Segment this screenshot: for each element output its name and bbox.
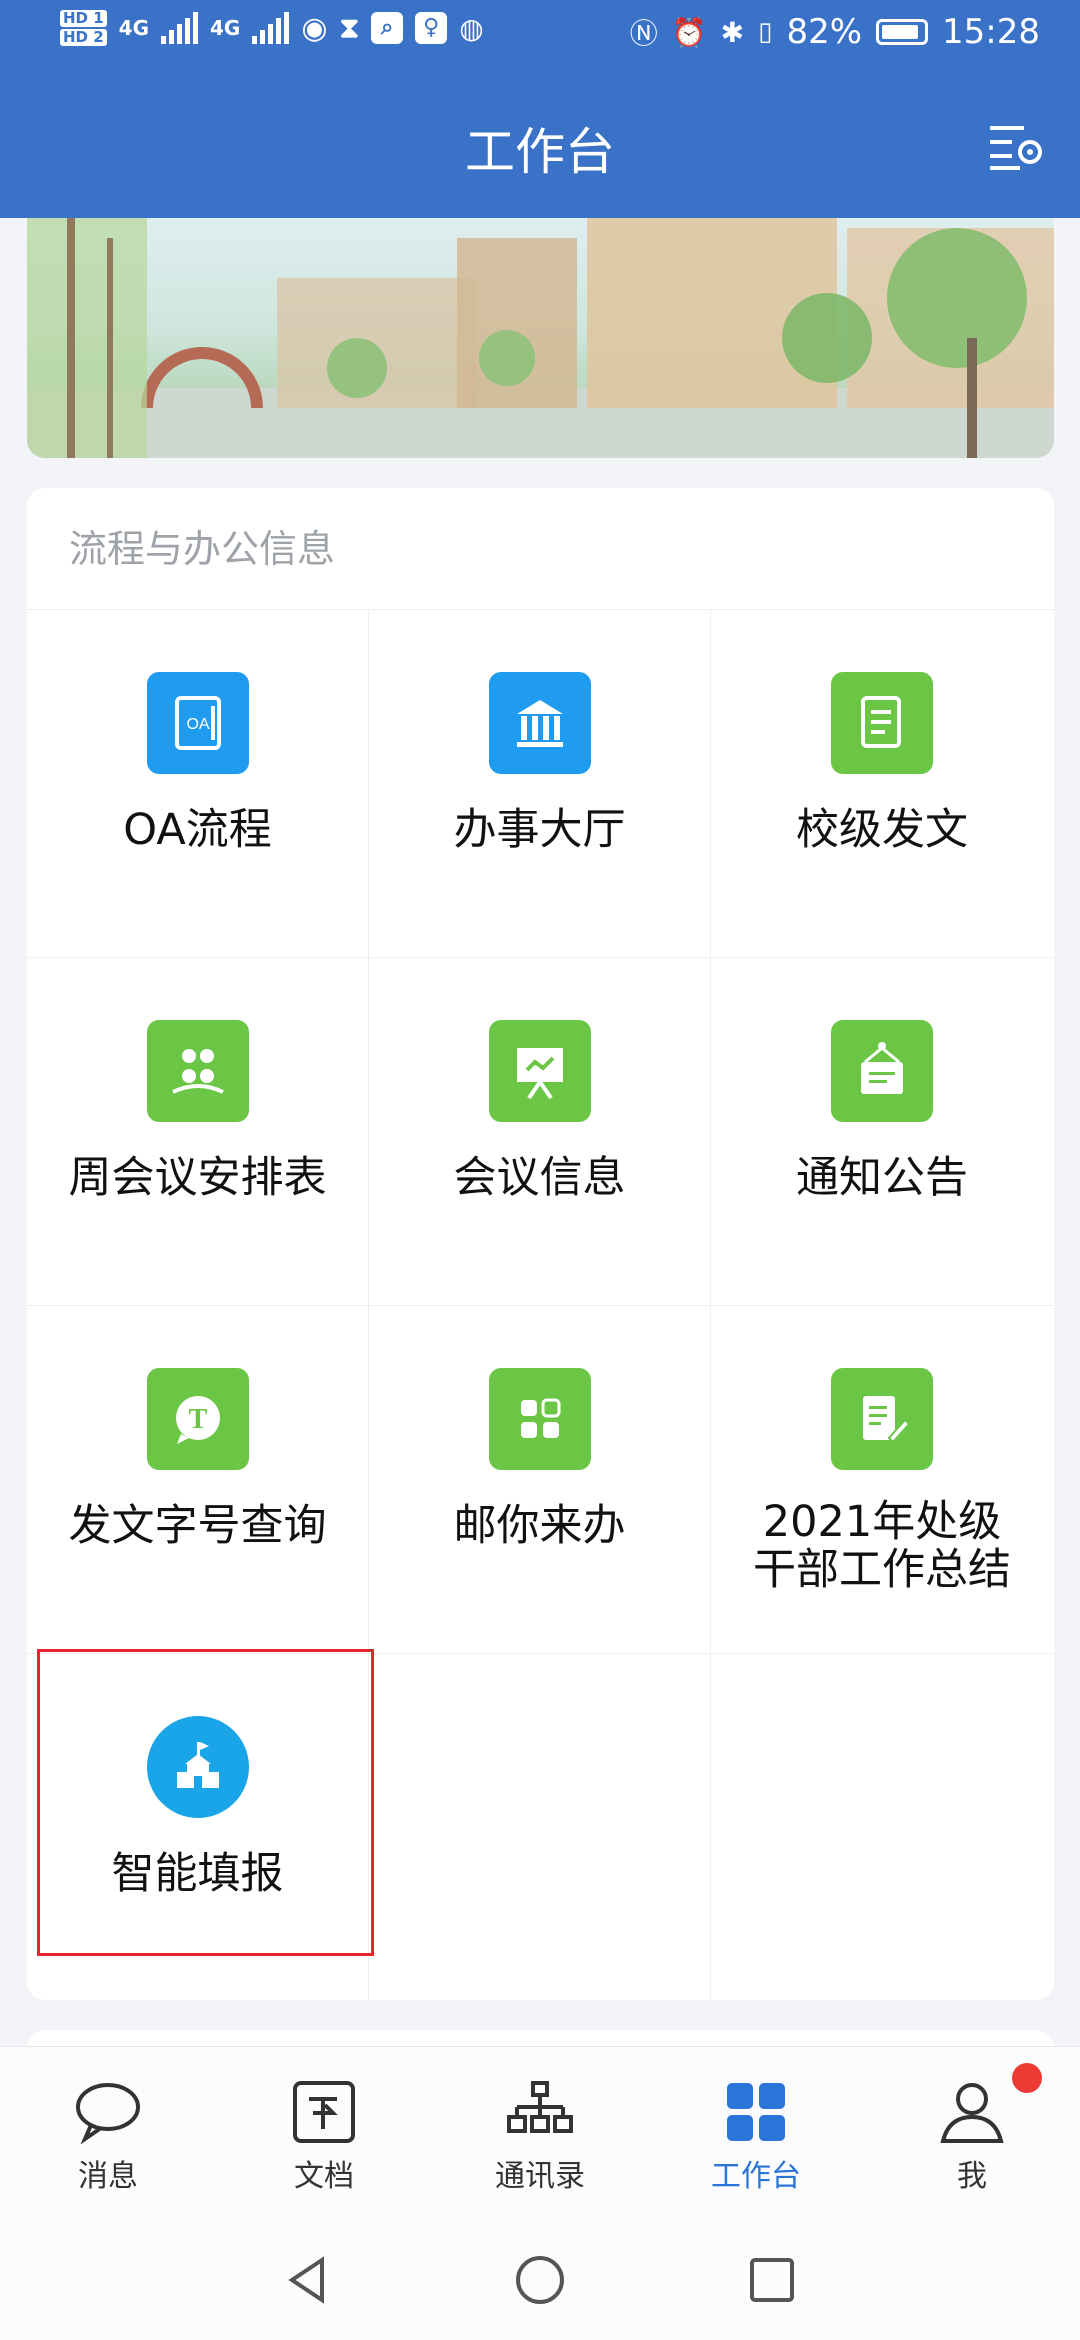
app-label: 周会议安排表	[68, 1153, 327, 1203]
audio-icon: ◍	[459, 11, 484, 45]
vibrate-icon: ▯	[758, 17, 773, 47]
alarm-icon: ⏰	[671, 15, 707, 49]
network1-label: 4G	[118, 16, 150, 40]
app-cadre-summary[interactable]: 2021年处级 干部工作总结	[711, 1306, 1053, 1654]
hourglass-icon: ⧗	[339, 11, 360, 44]
bluetooth-icon: ✱	[720, 15, 745, 49]
government-building-icon	[488, 672, 591, 774]
scroll-document-icon	[831, 672, 933, 774]
bulb-app-icon: ♀	[415, 12, 448, 44]
apps-grid-icon	[488, 1368, 591, 1470]
person-icon	[937, 2077, 1007, 2147]
presentation-board-icon	[488, 1020, 591, 1122]
svg-text:OA: OA	[186, 716, 209, 733]
eye-icon: ◉	[301, 10, 328, 46]
recent-apps-icon[interactable]	[742, 2250, 802, 2310]
battery-icon	[876, 19, 929, 45]
tab-workbench[interactable]: 工作台	[648, 2047, 864, 2217]
status-bar: HD 1 HD 2 4G 4G ◉ ⧗ ⌕ ♀ ◍ Ⓝ ⏰ ✱ ▯ 82% 15…	[0, 0, 1080, 76]
campus-banner[interactable]	[27, 218, 1054, 458]
org-chart-icon	[505, 2077, 575, 2147]
tab-documents[interactable]: 文档	[216, 2047, 432, 2217]
notice-board-icon	[831, 1020, 933, 1122]
tab-label: 工作台	[711, 2159, 801, 2194]
selection-highlight	[37, 1649, 374, 1956]
network2-label: 4G	[210, 16, 241, 40]
tab-label: 通讯录	[495, 2159, 585, 2194]
tab-label: 消息	[78, 2159, 138, 2194]
system-nav-bar	[0, 2216, 1080, 2340]
battery-percent: 82%	[786, 12, 863, 52]
section-title: 流程与办公信息	[27, 488, 1054, 610]
bottom-tab-bar: 消息 文档 通讯录 工作台 我	[0, 2046, 1080, 2217]
oa-doc-icon: OA	[146, 672, 249, 774]
app-mail-todo[interactable]: 邮你来办	[369, 1306, 711, 1654]
app-label: OA流程	[123, 805, 272, 855]
empty-cell	[369, 1654, 711, 2000]
clock: 15:28	[942, 12, 1040, 52]
chat-bubble-icon	[73, 2077, 143, 2147]
empty-cell	[711, 1654, 1053, 2000]
back-icon[interactable]	[278, 2250, 338, 2310]
edit-document-icon	[831, 1368, 933, 1470]
signal-icon	[161, 12, 199, 44]
app-oa-process[interactable]: OA OA流程	[27, 610, 369, 958]
page-title: 工作台	[465, 123, 615, 181]
tab-label: 文档	[294, 2159, 354, 2194]
signal-icon-2	[252, 12, 290, 44]
app-label: 办事大厅	[453, 805, 626, 855]
app-label: 发文字号查询	[68, 1501, 327, 1551]
tab-label: 我	[957, 2159, 987, 2194]
text-bubble-icon: T	[146, 1368, 249, 1470]
app-label: 2021年处级 干部工作总结	[753, 1497, 1011, 1595]
app-weekly-meetings[interactable]: 周会议安排表	[27, 958, 369, 1306]
app-label: 会议信息	[453, 1153, 626, 1203]
document-box-icon	[289, 2077, 359, 2147]
app-bar: 工作台	[0, 76, 1080, 218]
svg-text:T: T	[188, 1404, 207, 1435]
grid-icon	[721, 2077, 791, 2147]
tab-contacts[interactable]: 通讯录	[432, 2047, 648, 2217]
app-label: 邮你来办	[453, 1501, 626, 1551]
app-service-hall[interactable]: 办事大厅	[369, 610, 711, 958]
nfc-icon: Ⓝ	[629, 17, 658, 50]
people-meeting-icon	[146, 1020, 249, 1122]
sim1-label: HD 1	[60, 10, 107, 27]
search-app-icon: ⌕	[371, 12, 404, 44]
notification-badge	[1012, 2063, 1042, 2093]
app-notices[interactable]: 通知公告	[711, 958, 1053, 1306]
app-label: 校级发文	[796, 805, 968, 855]
tab-me[interactable]: 我	[864, 2047, 1080, 2217]
tab-messages[interactable]: 消息	[0, 2047, 216, 2217]
home-icon[interactable]	[510, 2250, 570, 2310]
app-doc-number-query[interactable]: T 发文字号查询	[27, 1306, 369, 1654]
sim2-label: HD 2	[60, 29, 107, 46]
app-meeting-info[interactable]: 会议信息	[369, 958, 711, 1306]
app-label: 通知公告	[796, 1153, 968, 1203]
app-school-docs[interactable]: 校级发文	[711, 610, 1053, 958]
list-settings-icon[interactable]	[986, 116, 1046, 176]
